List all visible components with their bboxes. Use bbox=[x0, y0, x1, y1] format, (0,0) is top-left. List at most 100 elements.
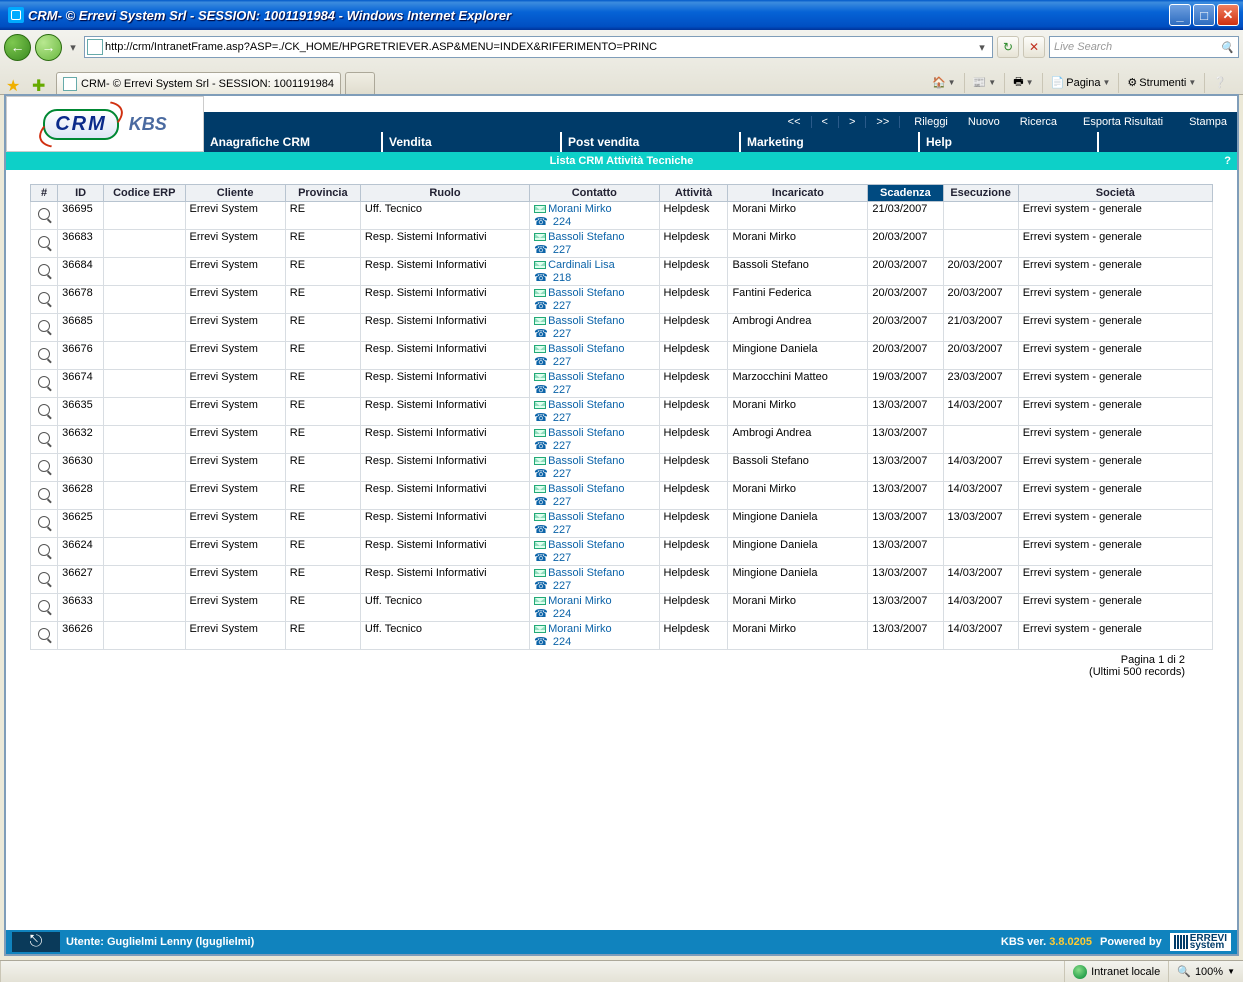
table-row[interactable]: 36630Errevi SystemREResp. Sistemi Inform… bbox=[31, 454, 1213, 482]
page-menu-button[interactable]: 📄 Pagina▼ bbox=[1047, 74, 1115, 91]
view-row-button[interactable] bbox=[31, 594, 58, 622]
contact-link[interactable]: Bassoli Stefano bbox=[548, 343, 624, 355]
table-row[interactable]: 36625Errevi SystemREResp. Sistemi Inform… bbox=[31, 510, 1213, 538]
help-icon[interactable]: ? bbox=[1224, 155, 1231, 167]
mail-icon[interactable] bbox=[534, 289, 546, 297]
stampa-button[interactable]: Stampa bbox=[1179, 116, 1237, 128]
new-tab-button[interactable] bbox=[345, 72, 375, 94]
contact-link[interactable]: Bassoli Stefano bbox=[548, 511, 624, 523]
view-row-button[interactable] bbox=[31, 342, 58, 370]
menu-vendita[interactable]: Vendita bbox=[381, 132, 560, 152]
col-attivita[interactable]: Attività bbox=[659, 185, 728, 202]
mail-icon[interactable] bbox=[534, 513, 546, 521]
search-box[interactable]: Live Search 🔍 bbox=[1049, 36, 1239, 58]
contact-link[interactable]: Bassoli Stefano bbox=[548, 427, 624, 439]
favorites-star-icon[interactable]: ★ bbox=[6, 76, 24, 94]
col-contatto[interactable]: Contatto bbox=[530, 185, 659, 202]
table-row[interactable]: 36676Errevi SystemREResp. Sistemi Inform… bbox=[31, 342, 1213, 370]
ricerca-button[interactable]: Ricerca bbox=[1010, 116, 1067, 128]
mail-icon[interactable] bbox=[534, 317, 546, 325]
contact-link[interactable]: Bassoli Stefano bbox=[548, 231, 624, 243]
table-row[interactable]: 36626Errevi SystemREUff. TecnicoMorani M… bbox=[31, 622, 1213, 650]
col-erp[interactable]: Codice ERP bbox=[104, 185, 185, 202]
table-row[interactable]: 36632Errevi SystemREResp. Sistemi Inform… bbox=[31, 426, 1213, 454]
nav-history-dropdown[interactable]: ▾ bbox=[66, 36, 80, 58]
table-row[interactable]: 36683Errevi SystemREResp. Sistemi Inform… bbox=[31, 230, 1213, 258]
print-button[interactable]: 🖶▼ bbox=[1009, 71, 1037, 94]
contact-link[interactable]: Bassoli Stefano bbox=[548, 371, 624, 383]
mail-icon[interactable] bbox=[534, 569, 546, 577]
contact-link[interactable]: Cardinali Lisa bbox=[548, 259, 615, 271]
col-cliente[interactable]: Cliente bbox=[185, 185, 285, 202]
search-icon[interactable]: 🔍 bbox=[1220, 41, 1234, 54]
mail-icon[interactable] bbox=[534, 457, 546, 465]
table-row[interactable]: 36684Errevi SystemREResp. Sistemi Inform… bbox=[31, 258, 1213, 286]
contact-link[interactable]: Morani Mirko bbox=[548, 595, 612, 607]
col-ruolo[interactable]: Ruolo bbox=[360, 185, 529, 202]
mail-icon[interactable] bbox=[534, 597, 546, 605]
contact-link[interactable]: Bassoli Stefano bbox=[548, 483, 624, 495]
esporta-button[interactable]: Esporta Risultati bbox=[1067, 116, 1179, 128]
mail-icon[interactable] bbox=[534, 625, 546, 633]
col-num[interactable]: # bbox=[31, 185, 58, 202]
table-row[interactable]: 36628Errevi SystemREResp. Sistemi Inform… bbox=[31, 482, 1213, 510]
nav-prev-button[interactable]: < bbox=[812, 116, 839, 128]
table-row[interactable]: 36627Errevi SystemREResp. Sistemi Inform… bbox=[31, 566, 1213, 594]
menu-postvendita[interactable]: Post vendita bbox=[560, 132, 739, 152]
view-row-button[interactable] bbox=[31, 230, 58, 258]
col-provincia[interactable]: Provincia bbox=[285, 185, 360, 202]
table-row[interactable]: 36695Errevi SystemREUff. TecnicoMorani M… bbox=[31, 202, 1213, 230]
mail-icon[interactable] bbox=[534, 205, 546, 213]
browser-tab[interactable]: CRM- © Errevi System Srl - SESSION: 1001… bbox=[56, 72, 341, 94]
contact-link[interactable]: Morani Mirko bbox=[548, 623, 612, 635]
window-close-button[interactable]: ✕ bbox=[1217, 4, 1239, 26]
view-row-button[interactable] bbox=[31, 566, 58, 594]
nav-last-button[interactable]: >> bbox=[866, 116, 900, 128]
window-minimize-button[interactable]: _ bbox=[1169, 4, 1191, 26]
view-row-button[interactable] bbox=[31, 398, 58, 426]
table-row[interactable]: 36635Errevi SystemREResp. Sistemi Inform… bbox=[31, 398, 1213, 426]
home-button[interactable]: 🏠▼ bbox=[928, 74, 960, 91]
view-row-button[interactable] bbox=[31, 426, 58, 454]
view-row-button[interactable] bbox=[31, 454, 58, 482]
table-row[interactable]: 36674Errevi SystemREResp. Sistemi Inform… bbox=[31, 370, 1213, 398]
col-scadenza[interactable]: Scadenza bbox=[868, 185, 943, 202]
table-row[interactable]: 36678Errevi SystemREResp. Sistemi Inform… bbox=[31, 286, 1213, 314]
feeds-button[interactable]: 📰▼ bbox=[969, 74, 1001, 91]
url-input[interactable] bbox=[105, 41, 974, 53]
view-row-button[interactable] bbox=[31, 482, 58, 510]
mail-icon[interactable] bbox=[534, 541, 546, 549]
contact-link[interactable]: Bassoli Stefano bbox=[548, 287, 624, 299]
mail-icon[interactable] bbox=[534, 373, 546, 381]
mail-icon[interactable] bbox=[534, 345, 546, 353]
stop-button[interactable]: ✕ bbox=[1023, 36, 1045, 58]
menu-anagrafiche[interactable]: Anagrafiche CRM bbox=[204, 132, 381, 152]
forward-button[interactable]: → bbox=[35, 34, 62, 61]
view-row-button[interactable] bbox=[31, 510, 58, 538]
view-row-button[interactable] bbox=[31, 258, 58, 286]
refresh-button[interactable]: ↻ bbox=[997, 36, 1019, 58]
table-row[interactable]: 36624Errevi SystemREResp. Sistemi Inform… bbox=[31, 538, 1213, 566]
col-incaricato[interactable]: Incaricato bbox=[728, 185, 868, 202]
menu-help[interactable]: Help bbox=[918, 132, 1097, 152]
contact-link[interactable]: Bassoli Stefano bbox=[548, 539, 624, 551]
help-button[interactable]: ❔ bbox=[1209, 74, 1231, 91]
contact-link[interactable]: Morani Mirko bbox=[548, 203, 612, 215]
mail-icon[interactable] bbox=[534, 233, 546, 241]
zoom-control[interactable]: 🔍 100% ▼ bbox=[1168, 961, 1243, 982]
add-favorites-icon[interactable]: ✚ bbox=[32, 76, 50, 94]
nav-first-button[interactable]: << bbox=[778, 116, 812, 128]
col-esecuzione[interactable]: Esecuzione bbox=[943, 185, 1018, 202]
contact-link[interactable]: Bassoli Stefano bbox=[548, 567, 624, 579]
mail-icon[interactable] bbox=[534, 429, 546, 437]
mail-icon[interactable] bbox=[534, 485, 546, 493]
logout-button[interactable]: ⎋ bbox=[12, 932, 60, 952]
view-row-button[interactable] bbox=[31, 622, 58, 650]
nuovo-button[interactable]: Nuovo bbox=[958, 116, 1010, 128]
tools-menu-button[interactable]: ⚙ Strumenti▼ bbox=[1123, 74, 1200, 91]
menu-marketing[interactable]: Marketing bbox=[739, 132, 918, 152]
contact-link[interactable]: Bassoli Stefano bbox=[548, 399, 624, 411]
view-row-button[interactable] bbox=[31, 202, 58, 230]
col-societa[interactable]: Società bbox=[1018, 185, 1212, 202]
window-maximize-button[interactable]: □ bbox=[1193, 4, 1215, 26]
